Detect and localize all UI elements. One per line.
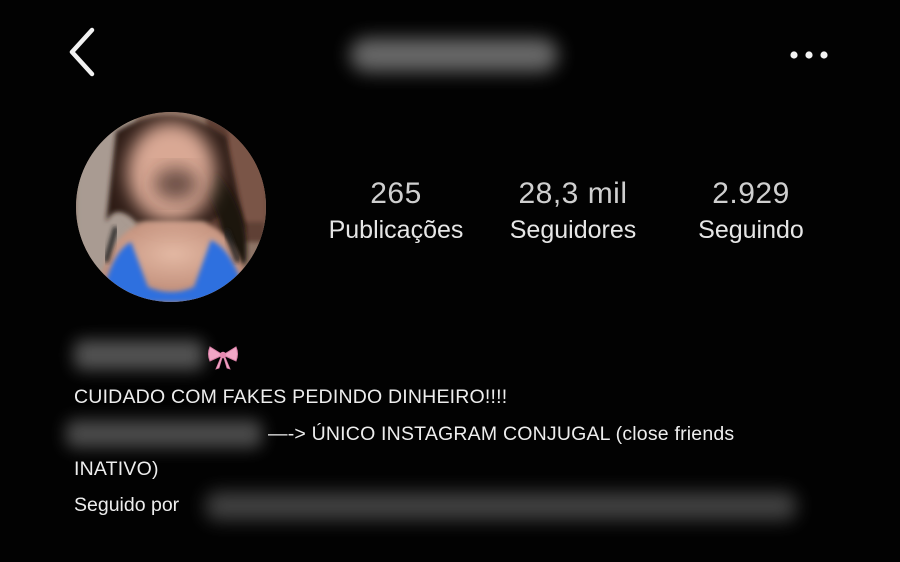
- posts-count: 265: [370, 177, 422, 210]
- username-blurred: [350, 38, 558, 72]
- followers-label: Seguidores: [509, 216, 637, 244]
- bio-instagram-note: —-> ÚNICO INSTAGRAM CONJUGAL (close frie…: [268, 423, 735, 445]
- followed-by-list-blurred[interactable]: [206, 492, 796, 520]
- bio-warning-text: CUIDADO COM FAKES PEDINDO DINHEIRO!!!!: [74, 386, 508, 408]
- followed-by-label: Seguido por: [74, 494, 180, 516]
- stat-followers[interactable]: 28,3 mil Seguidores: [498, 176, 648, 246]
- following-label: Seguindo: [698, 216, 804, 244]
- chevron-left-icon: [69, 27, 95, 77]
- more-options-button[interactable]: [786, 40, 832, 70]
- posts-label: Publicações: [328, 216, 464, 244]
- display-name-blurred: [74, 340, 204, 370]
- stat-posts[interactable]: 265 Publicações: [318, 176, 474, 246]
- followers-count: 28,3 mil: [518, 177, 628, 210]
- ribbon-bow-icon: [208, 346, 238, 370]
- stat-following[interactable]: 2.929 Seguindo: [684, 176, 818, 246]
- more-horizontal-icon: [790, 51, 828, 59]
- bio-instagram-note-continued: INATIVO): [74, 458, 159, 480]
- profile-avatar[interactable]: [76, 112, 266, 302]
- following-count: 2.929: [712, 177, 790, 210]
- profile-screen: 265 Publicações 28,3 mil Seguidores 2.92…: [0, 0, 900, 562]
- back-button[interactable]: [62, 26, 106, 80]
- bio-link-blurred: [66, 420, 262, 448]
